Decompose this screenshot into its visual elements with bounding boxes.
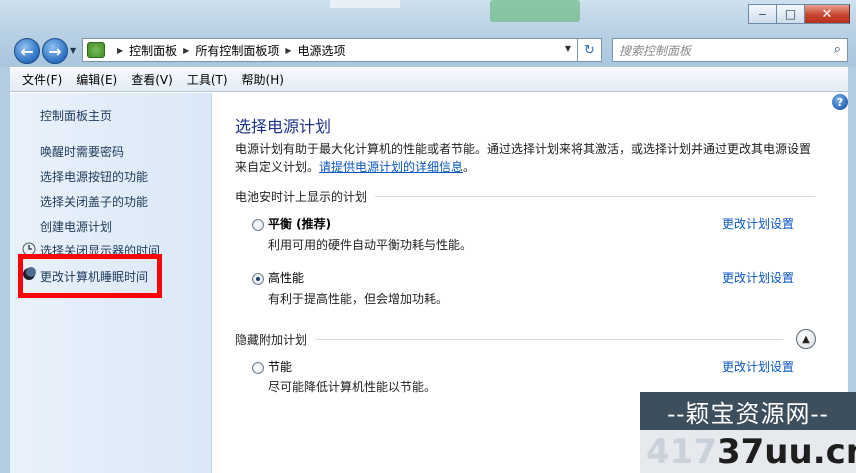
search-input[interactable]: 搜索控制面板 ⌕	[612, 38, 848, 62]
forward-button[interactable]: →	[42, 38, 68, 64]
watermark-domain-text: 37uu.cn	[716, 431, 856, 472]
plan-name-power-saver[interactable]: 节能	[268, 358, 292, 375]
watermark-domain: 417 37uu.cn	[640, 430, 856, 473]
sidebar-item-lid-close[interactable]: 选择关闭盖子的功能	[40, 193, 148, 210]
hidden-plans-group-header: 隐藏附加计划	[235, 331, 784, 348]
close-button[interactable]: ✕	[804, 4, 850, 24]
menu-bar: 文件(F) 编辑(E) 查看(V) 工具(T) 帮助(H)	[10, 68, 848, 92]
change-plan-settings-link[interactable]: 更改计划设置	[722, 269, 794, 286]
address-dropdown-icon[interactable]: ▼	[565, 44, 571, 53]
plan-desc-power-saver: 尽可能降低计算机性能以节能。	[268, 380, 437, 394]
change-plan-settings-link[interactable]: 更改计划设置	[722, 215, 794, 232]
menu-edit[interactable]: 编辑(E)	[76, 71, 117, 88]
sidebar-item-power-button[interactable]: 选择电源按钮的功能	[40, 168, 148, 185]
collapse-hidden-plans-button[interactable]: ▲	[796, 329, 816, 349]
watermark-banner: --颖宝资源网--	[640, 392, 856, 430]
plan-radio-power-saver[interactable]	[252, 362, 264, 374]
chevron-right-icon[interactable]: ▶	[183, 46, 189, 55]
group-label: 电池安时计上显示的计划	[235, 190, 368, 204]
refresh-button[interactable]: ↻	[578, 38, 602, 62]
plan-desc-high-performance: 有利于提高性能，但会增加功耗。	[268, 292, 449, 306]
control-panel-icon	[87, 42, 105, 58]
background-blur	[330, 0, 400, 8]
divider	[375, 196, 816, 197]
search-icon[interactable]: ⌕	[834, 42, 841, 57]
address-bar[interactable]: ▶ 控制面板 ▶ 所有控制面板项 ▶ 电源选项 ▼	[82, 38, 578, 62]
page-description: 电源计划有助于最大化计算机的性能或者节能。通过选择计划来将其激活，或选择计划并通…	[235, 140, 825, 176]
plan-details-link[interactable]: 请提供电源计划的详细信息	[319, 160, 463, 174]
minimize-button[interactable]: ‒	[748, 4, 776, 24]
description-line-1: 电源计划有助于最大化计算机的性能或者节能。通过选择计划来将其激活，或选择计划并通…	[235, 142, 812, 156]
help-icon[interactable]: ?	[832, 94, 848, 110]
plan-radio-balanced[interactable]	[252, 219, 264, 231]
menu-tools[interactable]: 工具(T)	[187, 71, 228, 88]
sidebar-item-create-plan[interactable]: 创建电源计划	[40, 218, 112, 235]
sidebar-item-wake-password[interactable]: 唤醒时需要密码	[40, 143, 124, 160]
plan-name-high-performance[interactable]: 高性能	[268, 269, 304, 286]
change-plan-settings-link[interactable]: 更改计划设置	[722, 358, 794, 375]
breadcrumb-item-all-items[interactable]: 所有控制面板项	[195, 42, 279, 59]
menu-help[interactable]: 帮助(H)	[242, 71, 284, 88]
page-title: 选择电源计划	[235, 117, 332, 136]
recent-pages-dropdown[interactable]: ▼	[70, 46, 76, 55]
plan-name-balanced[interactable]: 平衡 (推荐)	[268, 215, 331, 232]
chevron-right-icon[interactable]: ▶	[117, 46, 123, 55]
window-controls: ‒ □ ✕	[748, 4, 850, 24]
description-line-2: 来自定义计划。	[235, 160, 320, 174]
maximize-button[interactable]: □	[776, 4, 804, 24]
menu-file[interactable]: 文件(F)	[22, 71, 62, 88]
description-suffix: 。	[463, 160, 476, 174]
breadcrumb-item-control-panel[interactable]: 控制面板	[129, 42, 177, 59]
breadcrumb: ▶ 控制面板 ▶ 所有控制面板项 ▶ 电源选项	[111, 42, 346, 59]
window-border-left	[0, 67, 10, 473]
divider	[315, 339, 784, 340]
plan-radio-high-performance[interactable]	[252, 273, 264, 285]
highlight-annotation	[18, 254, 162, 298]
plan-desc-balanced: 利用可用的硬件自动平衡功耗与性能。	[268, 238, 473, 252]
search-placeholder: 搜索控制面板	[619, 43, 692, 58]
control-panel-home-link[interactable]: 控制面板主页	[40, 107, 112, 124]
background-blur	[490, 0, 580, 22]
breadcrumb-item-power-options[interactable]: 电源选项	[298, 42, 346, 59]
battery-meter-group-header: 电池安时计上显示的计划	[235, 188, 816, 205]
menu-view[interactable]: 查看(V)	[131, 71, 173, 88]
group-label: 隐藏附加计划	[235, 333, 308, 347]
watermark-faded-text: 417	[646, 431, 717, 472]
back-button[interactable]: ←	[14, 38, 40, 64]
chevron-right-icon[interactable]: ▶	[285, 46, 291, 55]
